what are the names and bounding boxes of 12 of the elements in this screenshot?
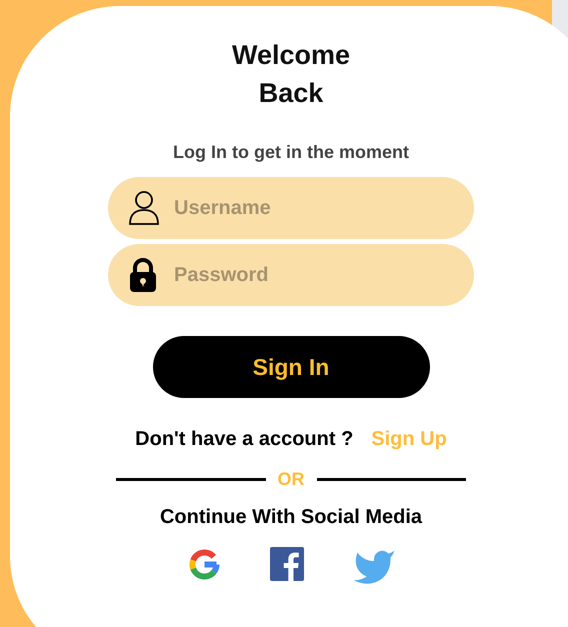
username-field[interactable]: Username: [108, 177, 474, 239]
subtitle: Log In to get in the moment: [173, 142, 409, 163]
signup-prompt: Don't have a account ?: [135, 428, 354, 451]
or-label: OR: [278, 469, 304, 490]
user-icon: [129, 191, 159, 225]
sign-in-button[interactable]: Sign In: [152, 336, 430, 398]
lock-icon: [129, 258, 157, 292]
facebook-icon: [270, 547, 304, 581]
social-heading: Continue With Social Media: [160, 506, 422, 529]
welcome-title: Welcome Back: [230, 39, 352, 110]
google-icon: [186, 547, 222, 582]
password-field[interactable]: Password: [108, 244, 474, 306]
